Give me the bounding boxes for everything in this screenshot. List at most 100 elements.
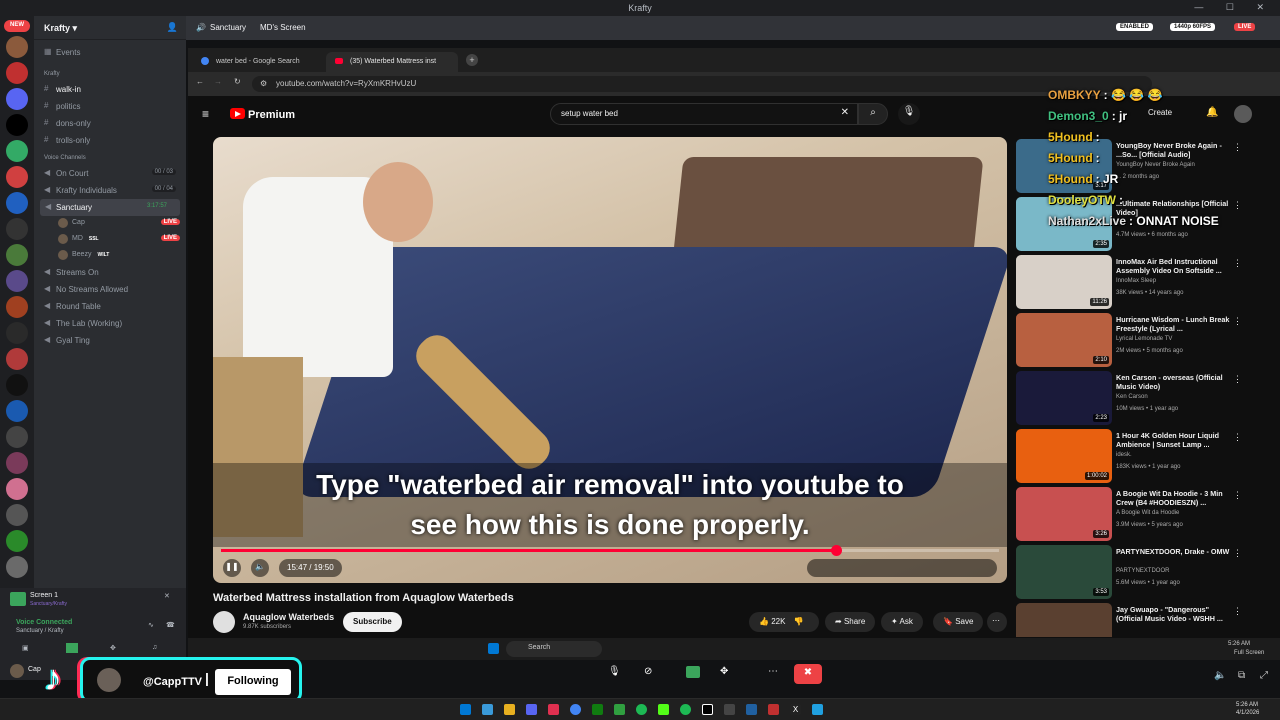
server-icon[interactable]: [6, 504, 28, 526]
fullscreen-icon[interactable]: ⤢: [1260, 670, 1268, 681]
recommendation-item[interactable]: 1:00:02 1 Hour 4K Golden Hour Liquid Ambi…: [1016, 427, 1272, 485]
recommendation-channel[interactable]: A Boogie Wit da Hoodie: [1116, 510, 1179, 516]
category-krafty[interactable]: Krafty: [34, 67, 186, 81]
soundboard-icon[interactable]: ♫: [152, 644, 157, 651]
ask-button[interactable]: ✦ Ask: [881, 612, 923, 632]
video-thumbnail[interactable]: 1:00:02: [1016, 429, 1112, 483]
taskbar-app-icon[interactable]: [812, 704, 823, 715]
recommendation-item[interactable]: 3:53 PARTYNEXTDOOR, Drake - OMW PARTYNEXTD…: [1016, 543, 1272, 601]
tab-youtube[interactable]: (35) Waterbed Mattress inst: [326, 52, 458, 72]
recommendation-item[interactable]: 3:26 A Boogie Wit Da Hoodie - 3 Min Crew …: [1016, 485, 1272, 543]
back-icon[interactable]: ←: [196, 77, 204, 86]
taskbar-app-icon[interactable]: [724, 704, 735, 715]
video-thumbnail[interactable]: 11:26: [1016, 255, 1112, 309]
voice-channel-item[interactable]: ◀ Gyal Ting: [34, 332, 186, 349]
server-icon[interactable]: [6, 192, 28, 214]
server-icon[interactable]: [6, 374, 28, 396]
chrome-icon[interactable]: [570, 704, 581, 715]
tiktok-icon[interactable]: [702, 704, 713, 715]
server-icon[interactable]: [6, 530, 28, 552]
server-icon[interactable]: [6, 270, 28, 292]
channel-dons-only[interactable]: # dons-only: [34, 115, 186, 132]
reload-icon[interactable]: ↻: [234, 77, 241, 86]
kebab-menu-icon[interactable]: ⋮: [1233, 316, 1242, 327]
taskbar-app-icon[interactable]: [548, 704, 559, 715]
kebab-menu-icon[interactable]: ⋮: [1233, 200, 1242, 211]
video-thumbnail[interactable]: 3:53: [1016, 545, 1112, 599]
recommendation-title[interactable]: InnoMax Air Bed Instructional Assembly V…: [1116, 257, 1234, 275]
site-info-icon[interactable]: ⚙: [260, 79, 267, 88]
steam-icon[interactable]: [746, 704, 757, 715]
noise-icon[interactable]: ∿: [148, 621, 154, 629]
recommendation-item[interactable]: 2:10 Hurricane Wisdom - Lunch Break Frees…: [1016, 311, 1272, 369]
kebab-menu-icon[interactable]: ⋮: [1233, 606, 1242, 617]
voice-channel-item[interactable]: ◀ Sanctuary 3:17:57: [40, 199, 180, 216]
volume-icon[interactable]: 🔈: [1214, 670, 1226, 681]
video-thumbnail[interactable]: 2:10: [1016, 313, 1112, 367]
taskbar-app-icon[interactable]: [482, 704, 493, 715]
more-button[interactable]: ⋯: [987, 612, 1007, 632]
video-thumbnail[interactable]: 2:23: [1016, 371, 1112, 425]
user-avatar[interactable]: [10, 664, 24, 678]
channel-avatar[interactable]: [213, 611, 235, 633]
recommendation-item[interactable]: Jay Gwuapo - "Dangerous" (Official Music…: [1016, 601, 1272, 637]
category-voice[interactable]: Voice Channels: [34, 151, 186, 165]
activities-icon[interactable]: ✥: [720, 666, 728, 677]
server-icon[interactable]: [6, 426, 28, 448]
recommendation-title[interactable]: A Boogie Wit Da Hoodie - 3 Min Crew (B4 …: [1116, 489, 1234, 507]
add-friend-icon[interactable]: 👤: [167, 22, 178, 33]
like-button[interactable]: 👍 22K 👎: [749, 612, 819, 632]
recommendation-channel[interactable]: InnoMax Sleep: [1116, 278, 1156, 284]
spotify-icon[interactable]: [636, 704, 647, 715]
server-icon[interactable]: [6, 114, 28, 136]
close-icon[interactable]: ✕: [164, 592, 170, 600]
spotify-icon[interactable]: [680, 704, 691, 715]
server-icon[interactable]: [6, 478, 28, 500]
voice-member[interactable]: Cap LIVE: [34, 216, 186, 232]
recommendation-item[interactable]: 2:23 Ken Carson - overseas (Official Musi…: [1016, 369, 1272, 427]
thumbs-down-icon[interactable]: 👎: [794, 617, 804, 626]
channel-politics[interactable]: # politics: [34, 98, 186, 115]
kebab-menu-icon[interactable]: ⋮: [1233, 548, 1242, 559]
recommendation-channel[interactable]: PARTYNEXTDOOR: [1116, 568, 1169, 574]
server-icon[interactable]: [6, 244, 28, 266]
server-icon[interactable]: [6, 62, 28, 84]
video-thumbnail[interactable]: 3:26: [1016, 487, 1112, 541]
voice-channel-item[interactable]: ◀ No Streams Allowed: [34, 281, 186, 298]
tab-google[interactable]: water bed - Google Search: [192, 52, 324, 72]
volume-button[interactable]: 🔈: [251, 559, 269, 577]
voice-channel-item[interactable]: ◀ Round Table: [34, 298, 186, 315]
popout-icon[interactable]: ⧉: [1238, 670, 1245, 681]
kebab-menu-icon[interactable]: ⋮: [1233, 374, 1242, 385]
recommendation-title[interactable]: 1 Hour 4K Golden Hour Liquid Ambience | …: [1116, 431, 1234, 449]
video-player[interactable]: Type "waterbed air removal" into youtube…: [213, 137, 1007, 583]
windows-start-icon[interactable]: [460, 704, 471, 715]
url-field[interactable]: ⚙ youtube.com/watch?v=RyXmKRHvUzU: [252, 76, 1152, 92]
recommendation-title[interactable]: Hurricane Wisdom - Lunch Break Freestyle…: [1116, 315, 1234, 333]
menu-icon[interactable]: ≡: [202, 107, 209, 121]
settings-controls[interactable]: [807, 559, 997, 577]
more-icon[interactable]: ⋯: [768, 666, 778, 677]
search-button[interactable]: ⌕: [858, 103, 888, 125]
channel-name[interactable]: Aquaglow Waterbeds: [243, 612, 334, 622]
recommendation-channel[interactable]: Ken Carson: [1116, 394, 1148, 400]
disconnect-button[interactable]: ✖: [794, 664, 822, 684]
channel-trolls-only[interactable]: # trolls-only: [34, 132, 186, 149]
youtube-logo[interactable]: Premium: [230, 108, 295, 121]
server-icon[interactable]: [6, 88, 28, 110]
server-icon[interactable]: [6, 218, 28, 240]
pause-button[interactable]: ❚❚: [223, 559, 241, 577]
following-button[interactable]: Following: [215, 669, 291, 695]
voice-location[interactable]: Sanctuary / Krafty: [16, 628, 64, 634]
server-icon[interactable]: [6, 166, 28, 188]
kebab-menu-icon[interactable]: ⋮: [1233, 258, 1242, 269]
x-icon[interactable]: X: [790, 704, 801, 715]
voice-member[interactable]: Beezy WILT: [34, 248, 186, 264]
server-icon[interactable]: [6, 322, 28, 344]
kick-icon[interactable]: [658, 704, 669, 715]
mic-button[interactable]: 🎙: [898, 103, 920, 125]
kebab-menu-icon[interactable]: ⋮: [1233, 142, 1242, 153]
server-icon[interactable]: [6, 452, 28, 474]
voice-channel-item[interactable]: ◀ Streams On: [34, 264, 186, 281]
taskbar-search[interactable]: Search: [506, 641, 602, 657]
